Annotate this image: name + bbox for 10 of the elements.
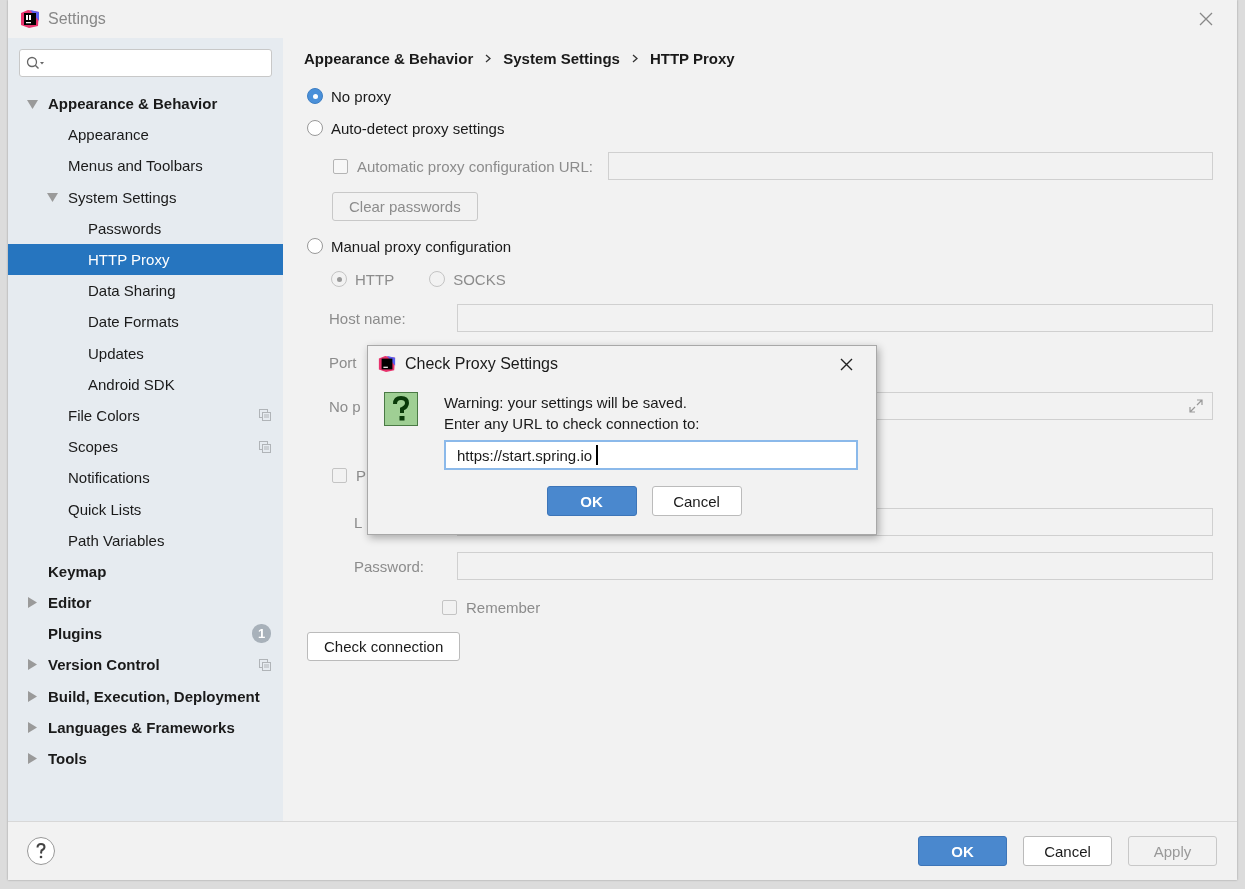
window-title: Settings (48, 10, 106, 28)
field-label: Password: (354, 557, 425, 575)
dialog-title: Check Proxy Settings (405, 355, 558, 373)
dialog-message: Warning: your settings will be saved. (444, 393, 688, 413)
dialog-message: Enter any URL to check connection to: (444, 414, 701, 434)
field-label: Host name: (329, 309, 406, 327)
field-label: Port (329, 353, 357, 371)
count-badge: 1 (252, 624, 271, 644)
field-label: L (354, 513, 363, 531)
field-label: No p (329, 397, 361, 415)
